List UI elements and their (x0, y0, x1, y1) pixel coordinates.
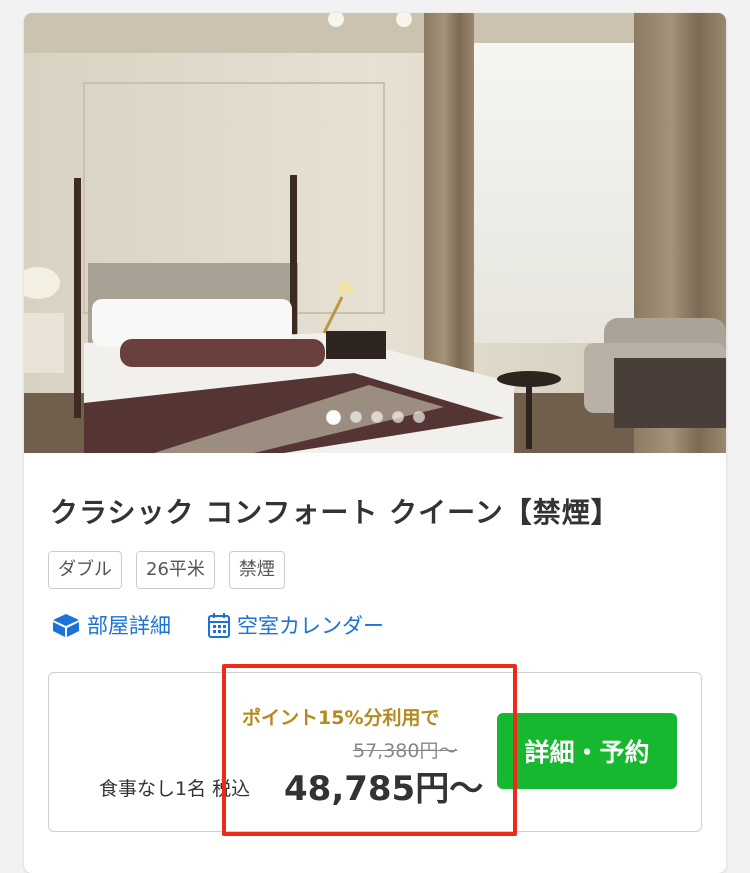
room-links: 部屋詳細 空室カレンダー (51, 610, 384, 640)
vacancy-calendar-link[interactable]: 空室カレンダー (207, 610, 384, 640)
room-details-label: 部屋詳細 (87, 614, 171, 638)
cube-icon (53, 614, 79, 637)
vacancy-calendar-label: 空室カレンダー (237, 614, 384, 638)
carousel-dot-2[interactable] (349, 411, 362, 423)
room-details-link[interactable]: 部屋詳細 (51, 610, 171, 640)
tag-room-size: 26平米 (136, 551, 215, 589)
carousel-dot-1[interactable] (325, 410, 341, 425)
carousel-indicator (24, 410, 726, 425)
tag-smoking: 禁煙 (228, 551, 285, 589)
tag-bed-type: ダブル (48, 551, 122, 589)
carousel-dot-5[interactable] (412, 411, 425, 423)
room-tags: ダブル 26平米 禁煙 (48, 551, 285, 589)
price-highlight-box (222, 664, 517, 836)
calendar-icon (208, 613, 230, 638)
details-book-button[interactable]: 詳細・予約 (497, 713, 677, 789)
room-photo (24, 13, 726, 453)
carousel-dot-4[interactable] (391, 411, 404, 423)
carousel-dot-3[interactable] (370, 411, 383, 423)
room-photo-carousel[interactable] (24, 13, 726, 453)
room-title: クラシック コンフォート クイーン【禁煙】 (50, 496, 620, 529)
